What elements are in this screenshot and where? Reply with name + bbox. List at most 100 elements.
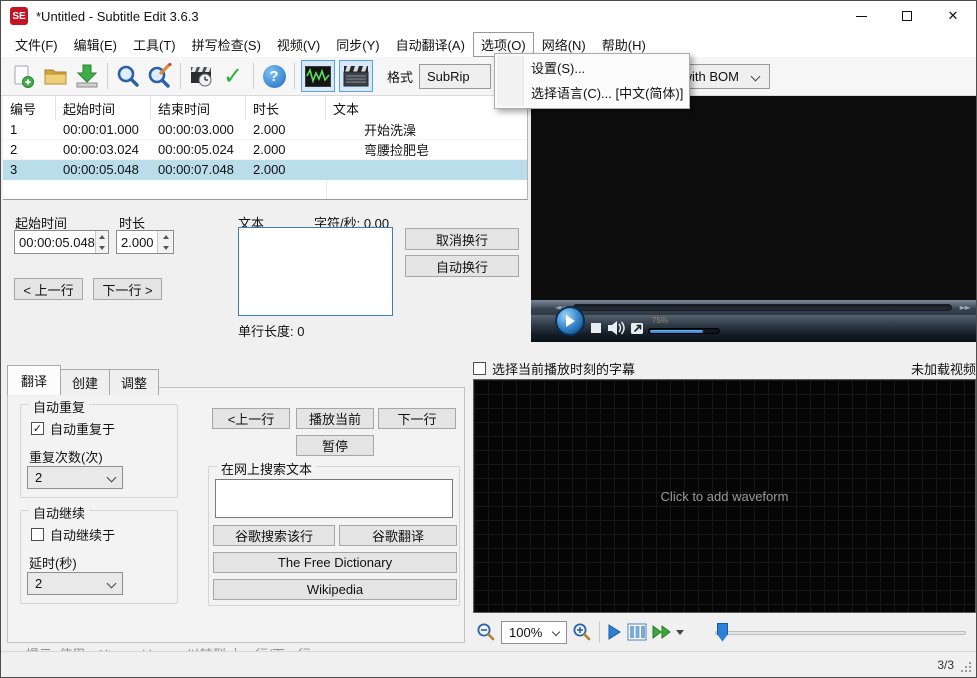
video-player: ◄◄ ►► 75% <box>531 96 976 342</box>
search-icon <box>117 65 139 87</box>
menu-tools[interactable]: 工具(T) <box>125 32 184 57</box>
delay-label: 延时(秒) <box>29 556 77 571</box>
slider-thumb[interactable] <box>717 622 728 642</box>
play-current-button[interactable]: 播放当前 <box>296 408 374 429</box>
select-current-subtitle-checkbox[interactable] <box>473 361 486 375</box>
column-header-end[interactable]: 结束时间 <box>151 96 246 120</box>
chevron-down-icon[interactable] <box>676 630 684 639</box>
auto-break-button[interactable]: 自动换行 <box>405 255 519 277</box>
delay-combobox[interactable]: 2 <box>27 572 123 595</box>
prev-line-button[interactable]: <上一行 <box>212 408 290 429</box>
single-line-length-label: 单行长度: 0 <box>238 324 305 339</box>
table-row-selected[interactable]: 3 00:00:05.048 00:00:07.048 2.000 <box>3 160 527 180</box>
toolbar-separator <box>107 63 108 89</box>
auto-repeat-checkbox[interactable]: ✓ 自动重复于 <box>31 419 115 438</box>
previous-line-button[interactable]: < 上一行 <box>14 278 83 300</box>
unbreak-button[interactable]: 取消换行 <box>405 228 519 250</box>
toggle-video-button[interactable] <box>339 60 373 92</box>
zoom-out-icon[interactable] <box>476 622 496 642</box>
window-controls: ✕ <box>838 1 976 31</box>
cell-duration: 2.000 <box>253 122 286 137</box>
toolbar-separator <box>294 63 295 89</box>
menu-spellcheck[interactable]: 拼写检查(S) <box>184 32 269 57</box>
volume-slider[interactable] <box>648 328 720 334</box>
next-line-button[interactable]: 下一行 > <box>93 278 162 300</box>
menu-edit[interactable]: 编辑(E) <box>66 32 125 57</box>
maximize-icon <box>902 11 912 21</box>
fast-forward-icon[interactable]: ►► <box>960 303 971 312</box>
play-waveform-icon[interactable] <box>607 624 622 640</box>
wikipedia-button[interactable]: Wikipedia <box>213 579 457 600</box>
zoom-in-icon[interactable] <box>572 622 592 642</box>
next-line-button[interactable]: 下一行 <box>378 408 456 429</box>
subtitle-text-input[interactable] <box>238 227 393 316</box>
pause-button[interactable]: 暂停 <box>296 435 374 456</box>
column-header-number[interactable]: 编号 <box>3 96 56 120</box>
visual-sync-button[interactable] <box>185 60 217 92</box>
auto-repeat-group: 自动重复 ✓ 自动重复于 重复次数(次) 2 <box>20 397 178 498</box>
repeat-count-combobox[interactable]: 2 <box>27 466 123 489</box>
menu-video[interactable]: 视频(V) <box>269 32 328 57</box>
column-header-start[interactable]: 起始时间 <box>56 96 151 120</box>
toolbar: ✓ ? 格式 SubRip UTF-8 with BOM <box>1 57 976 96</box>
close-button[interactable]: ✕ <box>930 1 976 31</box>
menu-autotranslate[interactable]: 自动翻译(A) <box>388 32 473 57</box>
seek-slider[interactable] <box>573 304 952 311</box>
replace-button[interactable] <box>144 60 176 92</box>
column-header-duration[interactable]: 时长 <box>246 96 326 120</box>
web-search-input[interactable] <box>215 479 453 518</box>
google-search-button[interactable]: 谷歌搜索该行 <box>213 525 335 546</box>
help-button[interactable]: ? <box>258 60 290 92</box>
volume-icon[interactable] <box>607 320 626 336</box>
waveform-display[interactable]: Click to add waveform <box>473 379 976 613</box>
new-file-button[interactable] <box>7 60 39 92</box>
free-dictionary-button[interactable]: The Free Dictionary <box>213 552 457 573</box>
zoom-level-combobox[interactable]: 100% <box>501 620 567 644</box>
stop-button[interactable] <box>591 323 601 333</box>
playback-speed-icon[interactable] <box>652 624 671 640</box>
find-button[interactable] <box>112 60 144 92</box>
fullscreen-icon[interactable] <box>630 322 644 335</box>
video-screen[interactable] <box>531 96 976 300</box>
tab-translate[interactable]: 翻译 <box>7 365 62 395</box>
maximize-button[interactable] <box>884 1 930 31</box>
checkbox-checked-icon: ✓ <box>31 422 44 435</box>
repeat-count-value: 2 <box>35 470 43 485</box>
play-button[interactable] <box>555 306 585 336</box>
cell-number: 3 <box>10 162 18 177</box>
tab-adjust[interactable]: 调整 <box>109 369 160 395</box>
start-time-spinner[interactable]: 00:00:05.048 <box>14 230 109 254</box>
menu-item-choose-language[interactable]: 选择语言(C)... [中文(简体)] <box>495 81 689 106</box>
waveform-icon <box>305 65 331 87</box>
columns-view-icon[interactable] <box>627 623 647 641</box>
subtitle-position-indicator: 3/3 <box>937 658 954 672</box>
cell-end: 00:00:07.048 <box>158 162 234 177</box>
resize-grip[interactable] <box>969 670 971 672</box>
save-button[interactable] <box>71 60 103 92</box>
start-time-value: 00:00:05.048 <box>19 234 95 250</box>
spinner-arrows-icon[interactable] <box>157 231 173 253</box>
format-combobox[interactable]: SubRip <box>419 63 492 89</box>
open-file-button[interactable] <box>39 60 71 92</box>
duration-value: 2.000 <box>121 234 154 250</box>
toggle-waveform-button[interactable] <box>301 60 335 92</box>
subtitle-list-empty-area <box>3 180 527 199</box>
window-title: *Untitled - Subtitle Edit 3.6.3 <box>36 8 199 24</box>
select-current-subtitle-label: 选择当前播放时刻的字幕 <box>492 361 636 377</box>
options-dropdown-menu: 设置(S)... 选择语言(C)... [中文(简体)] <box>494 53 690 109</box>
minimize-button[interactable] <box>838 1 884 31</box>
tab-create[interactable]: 创建 <box>60 369 111 395</box>
table-row[interactable]: 2 00:00:03.024 00:00:05.024 2.000 弯腰捡肥皂 <box>3 140 527 160</box>
table-row[interactable]: 1 00:00:01.000 00:00:03.000 2.000 开始洗澡 <box>3 120 527 140</box>
spell-check-button[interactable]: ✓ <box>217 60 249 92</box>
auto-continue-checkbox[interactable]: 自动继续于 <box>31 525 115 544</box>
waveform-position-slider[interactable] <box>715 622 966 642</box>
google-translate-button[interactable]: 谷歌翻译 <box>339 525 457 546</box>
duration-spinner[interactable]: 2.000 <box>116 230 174 254</box>
menu-item-settings[interactable]: 设置(S)... <box>495 56 689 81</box>
menu-file[interactable]: 文件(F) <box>7 32 66 57</box>
repeat-count-label: 重复次数(次) <box>29 450 103 465</box>
tab-strip: 翻译 创建 调整 <box>7 365 160 395</box>
spinner-arrows-icon[interactable] <box>94 231 108 253</box>
menu-sync[interactable]: 同步(Y) <box>328 32 387 57</box>
